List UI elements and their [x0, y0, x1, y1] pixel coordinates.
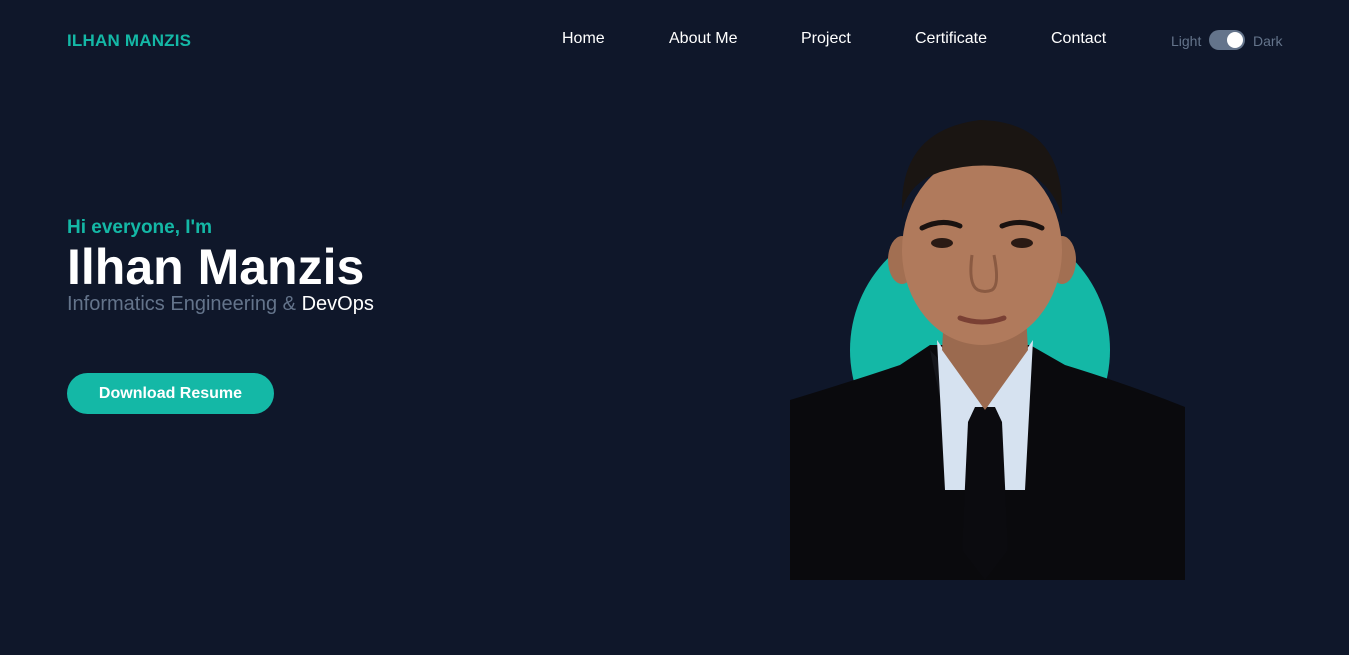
- portrait-illustration: [790, 120, 1185, 580]
- site-header: ILHAN MANZIS Home About Me Project Certi…: [0, 0, 1349, 80]
- nav-certificate[interactable]: Certificate: [915, 30, 987, 48]
- theme-toggle: Light Dark: [1170, 30, 1290, 50]
- nav-home[interactable]: Home: [562, 30, 605, 48]
- face: [902, 155, 1062, 345]
- nav-contact[interactable]: Contact: [1051, 30, 1106, 48]
- profile-photo: [780, 110, 1200, 590]
- theme-light-label: Light: [1171, 33, 1202, 49]
- theme-switch[interactable]: [1209, 30, 1245, 50]
- tie: [962, 407, 1008, 580]
- hero-intro: Hi everyone, I'm Ilhan Manzis Informatic…: [67, 215, 374, 317]
- hero-greeting: Hi everyone, I'm: [67, 217, 212, 238]
- download-resume-button[interactable]: Download Resume: [67, 373, 274, 414]
- hero-name: Ilhan Manzis: [67, 239, 365, 295]
- nav-project[interactable]: Project: [801, 30, 851, 48]
- theme-switch-knob: [1227, 32, 1243, 48]
- nav-about-me[interactable]: About Me: [669, 30, 737, 48]
- hero-subtitle-highlight: DevOps: [301, 293, 374, 315]
- theme-dark-label: Dark: [1253, 33, 1283, 49]
- site-logo[interactable]: ILHAN MANZIS: [67, 31, 191, 51]
- hero-subtitle-prefix: Informatics Engineering &: [67, 293, 297, 315]
- hero-subtitle: Informatics Engineering & DevOps: [67, 291, 374, 317]
